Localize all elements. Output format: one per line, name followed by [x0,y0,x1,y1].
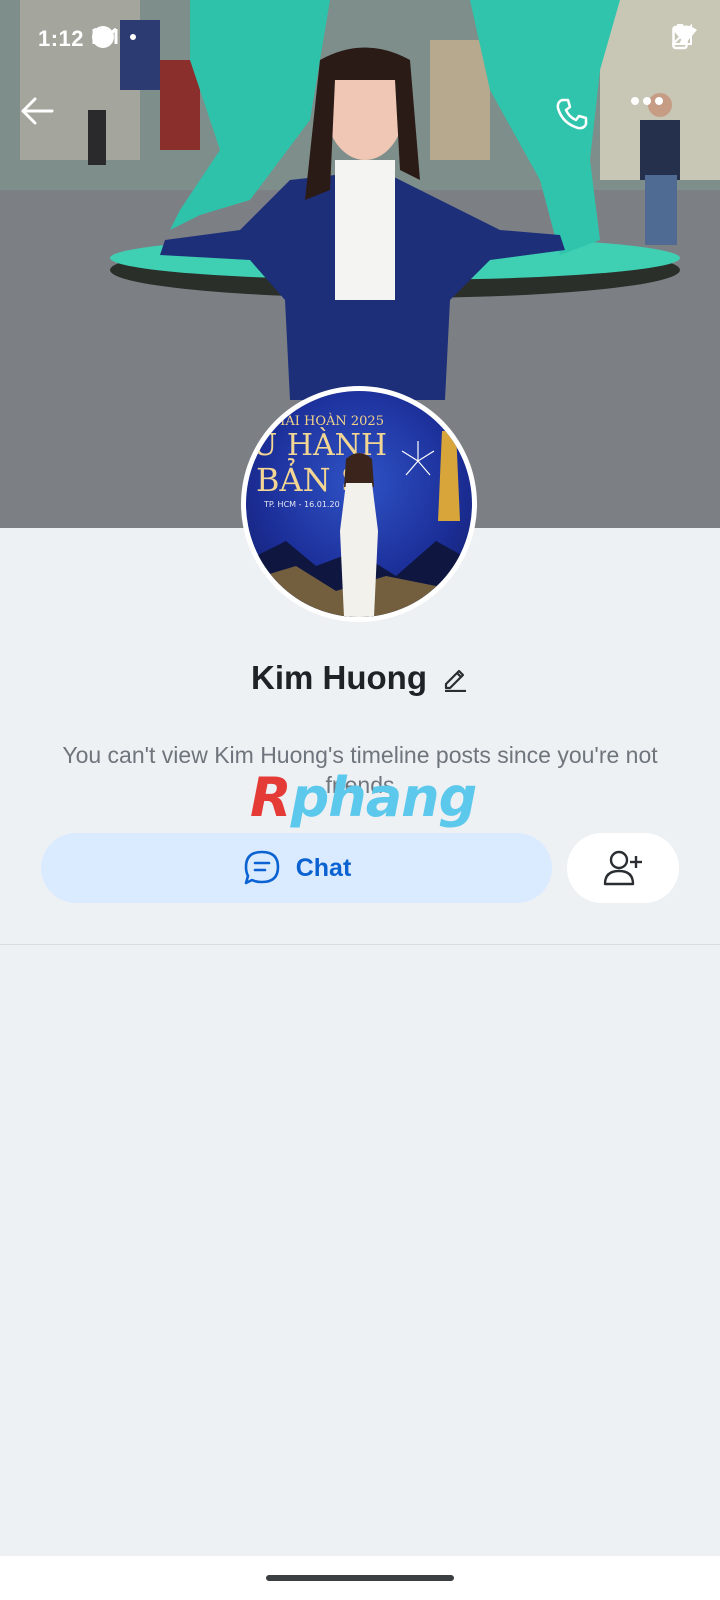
watermark-first: R [250,766,292,829]
call-button[interactable] [554,96,610,152]
add-friend-icon [603,850,642,886]
watermark-logo: Rphang [250,766,477,836]
chat-bubble-icon [244,850,280,885]
back-arrow-icon [21,97,54,125]
dot-icon [130,34,136,40]
home-indicator[interactable] [266,1575,454,1581]
notification-icons [92,26,136,48]
add-friend-button[interactable] [567,833,679,903]
poster-line4: TP. HCM - 16.01.20 [263,500,340,509]
section-divider [0,944,720,945]
more-button[interactable] [630,96,686,152]
status-time: 1:12 [38,26,85,51]
avatar-poster: HẢI HOÀN 2025 U HÀNH BẢN S TP. HCM - 16.… [246,411,472,617]
battery-icon [672,24,688,50]
watermark-rest: phang [290,766,478,829]
pencil-icon [444,669,466,692]
back-button[interactable] [20,96,76,152]
profile-name: Kim Huong [251,659,427,696]
top-navigation [0,96,720,152]
profile-name-row: Kim Huong [0,650,720,706]
poster-line1: HẢI HOÀN 2025 [274,411,384,429]
profile-avatar[interactable]: HẢI HOÀN 2025 U HÀNH BẢN S TP. HCM - 16.… [241,386,477,622]
phone-icon [556,98,588,130]
status-bar: 1:12 [0,0,720,80]
firework-decoration [401,441,435,476]
avatar-image: HẢI HOÀN 2025 U HÀNH BẢN S TP. HCM - 16.… [246,391,472,617]
more-icon [631,97,663,105]
chat-button[interactable]: Chat [41,833,552,903]
chat-button-label: Chat [295,853,352,882]
edit-name-button[interactable] [441,664,469,692]
gmail-icon [92,27,118,44]
